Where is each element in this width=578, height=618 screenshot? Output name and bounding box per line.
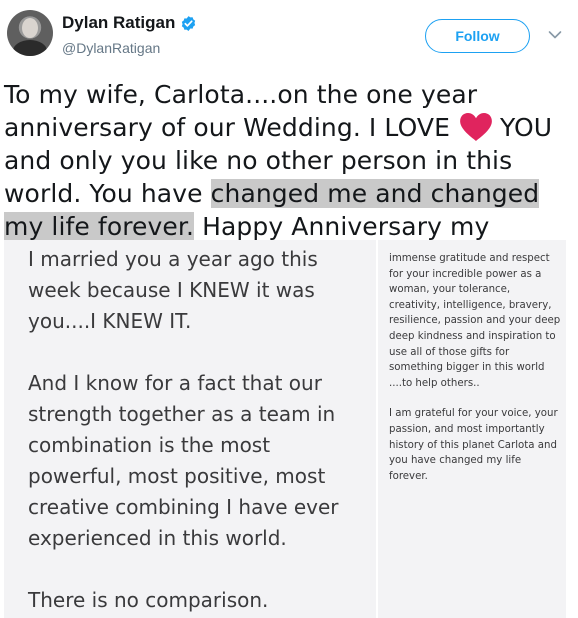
tweet-text-part1: To my wife, Carlota....on the one year a…: [4, 80, 478, 142]
name-row: Dylan Ratigan: [62, 13, 197, 33]
tweet-card: Dylan Ratigan @DylanRatigan Follow To my…: [0, 0, 578, 618]
attached-image[interactable]: I married you a year ago this week becau…: [4, 240, 566, 618]
avatar[interactable]: [7, 10, 53, 56]
follow-button[interactable]: Follow: [425, 19, 530, 53]
note-right: immense gratitude and respect for your i…: [378, 240, 566, 618]
note-right-paragraph: I am grateful for your voice, your passi…: [389, 408, 558, 482]
note-left-paragraph: And I know for a fact that our strength …: [28, 371, 339, 550]
handle[interactable]: @DylanRatigan: [62, 40, 160, 56]
note-left-paragraph: I married you a year ago this week becau…: [28, 247, 318, 333]
avatar-head: [22, 18, 38, 38]
display-name[interactable]: Dylan Ratigan: [62, 13, 175, 33]
chevron-down-icon[interactable]: [548, 30, 562, 40]
note-left: I married you a year ago this week becau…: [4, 240, 376, 618]
verified-icon: [182, 15, 196, 31]
note-right-paragraph: immense gratitude and respect for your i…: [389, 253, 561, 389]
note-left-paragraph: There is no comparison.: [28, 588, 269, 612]
tweet-header: Dylan Ratigan @DylanRatigan Follow: [0, 0, 578, 68]
avatar-shoulders: [13, 40, 47, 56]
heart-icon: [460, 113, 492, 141]
